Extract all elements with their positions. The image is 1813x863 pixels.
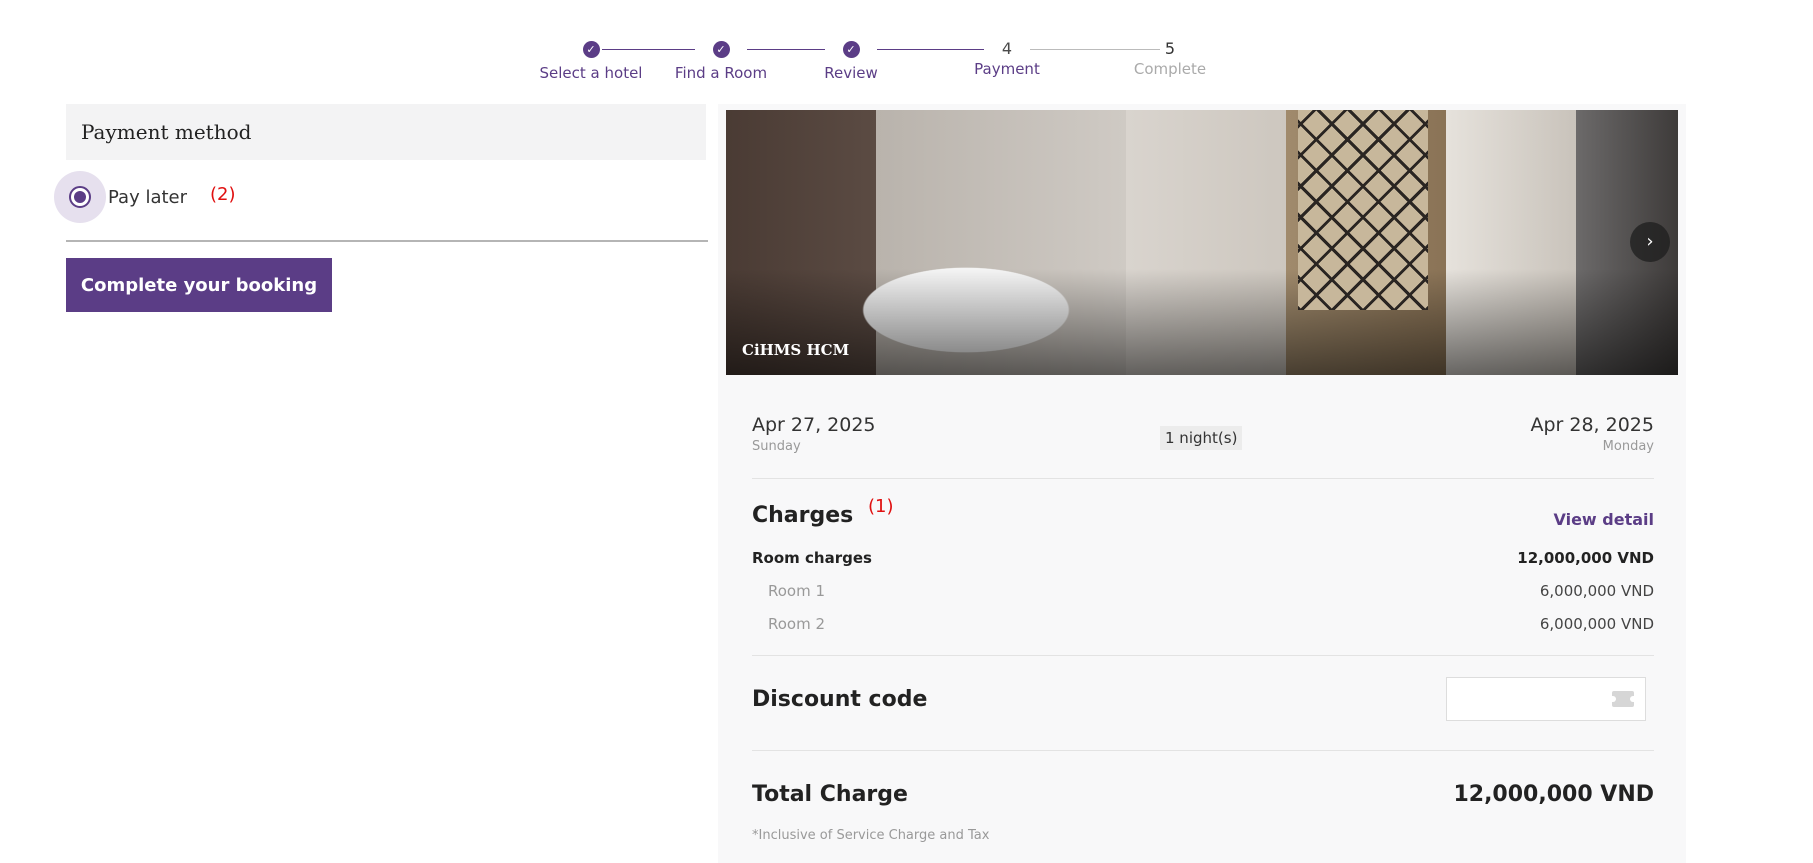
total-charge-title: Total Charge — [752, 782, 908, 807]
radio-selected-dot — [74, 191, 86, 203]
room-charges-row: Room charges 12,000,000 VND — [752, 549, 1654, 571]
check-in-date: Apr 27, 2025 — [752, 414, 876, 436]
view-detail-link[interactable]: View detail — [1553, 510, 1654, 529]
room-label: Room 2 — [768, 615, 826, 633]
step-label: Find a Room — [674, 64, 768, 82]
step-label: Payment — [974, 60, 1040, 78]
room-label: Room 1 — [768, 582, 826, 600]
room-row: Room 1 6,000,000 VND — [752, 582, 1654, 604]
hotel-photo: CiHMS HCM › — [726, 110, 1678, 375]
step-select-hotel[interactable]: ✓ Select a hotel — [526, 38, 656, 82]
nights-badge: 1 night(s) — [1160, 426, 1243, 450]
complete-booking-button[interactable]: Complete your booking — [66, 258, 332, 312]
step-number: 4 — [1001, 39, 1013, 58]
total-charge-note: *Inclusive of Service Charge and Tax — [752, 828, 990, 843]
check-out-day: Monday — [1602, 439, 1654, 454]
check-out-date: Apr 28, 2025 — [1530, 414, 1654, 436]
divider — [752, 478, 1654, 479]
photo-pattern-panel — [1298, 110, 1428, 310]
total-charge-value: 12,000,000 VND — [1453, 782, 1654, 807]
chevron-right-icon[interactable]: › — [1630, 222, 1670, 262]
hotel-name: CiHMS HCM — [742, 341, 850, 359]
payment-method-title: Payment method — [81, 120, 252, 144]
room-value: 6,000,000 VND — [1539, 582, 1654, 600]
payment-method-header: Payment method — [66, 104, 706, 160]
step-find-room[interactable]: ✓ Find a Room — [656, 38, 786, 82]
step-label: Review — [824, 64, 878, 82]
radio-focus-halo — [54, 171, 106, 223]
divider — [752, 655, 1654, 656]
discount-code-title: Discount code — [752, 687, 928, 712]
check-out: Apr 28, 2025 Monday — [1530, 414, 1654, 454]
step-review[interactable]: ✓ Review — [786, 38, 916, 82]
room-value: 6,000,000 VND — [1539, 615, 1654, 633]
check-in-day: Sunday — [752, 439, 801, 454]
progress-stepper: ✓ Select a hotel ✓ Find a Room ✓ Review … — [530, 38, 1230, 88]
step-complete: 5 Complete — [1105, 38, 1235, 78]
step-payment: 4 Payment — [942, 38, 1072, 78]
step-label: Complete — [1133, 60, 1207, 78]
checkmark-icon: ✓ — [712, 40, 730, 58]
divider — [752, 750, 1654, 751]
stay-dates: Apr 27, 2025 Sunday 1 night(s) Apr 28, 2… — [752, 414, 1654, 464]
booking-summary-card: CiHMS HCM › Apr 27, 2025 Sunday 1 night(… — [718, 104, 1686, 863]
ticket-icon — [1612, 691, 1634, 707]
pay-later-option[interactable]: Pay later — [54, 170, 187, 224]
room-row: Room 2 6,000,000 VND — [752, 615, 1654, 637]
room-charges-label: Room charges — [752, 549, 872, 567]
annotation-marker: (1) — [868, 496, 894, 517]
pay-later-label: Pay later — [108, 186, 188, 208]
check-in: Apr 27, 2025 Sunday — [752, 414, 876, 454]
checkmark-icon: ✓ — [842, 40, 860, 58]
checkmark-icon: ✓ — [582, 40, 600, 58]
charges-title: Charges — [752, 503, 854, 528]
step-label: Select a hotel — [539, 64, 643, 82]
pay-later-radio[interactable] — [69, 186, 91, 208]
annotation-marker: (2) — [210, 184, 236, 205]
step-number: 5 — [1164, 39, 1176, 58]
divider — [66, 240, 708, 242]
room-charges-value: 12,000,000 VND — [1517, 549, 1654, 567]
